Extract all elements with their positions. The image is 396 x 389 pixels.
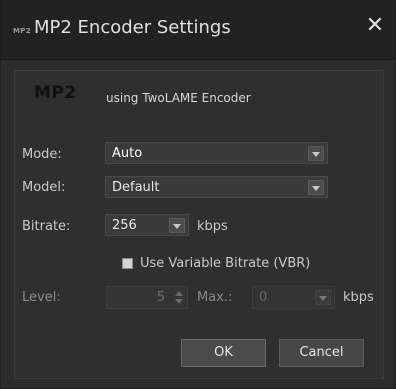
chevron-down-icon[interactable] bbox=[308, 180, 324, 195]
max-bitrate-select[interactable]: 0 bbox=[252, 286, 335, 309]
level-stepper[interactable]: 5 bbox=[106, 286, 188, 309]
bitrate-unit: kbps bbox=[197, 219, 228, 234]
model-label: Model: bbox=[22, 180, 66, 195]
ok-button[interactable]: OK bbox=[181, 339, 266, 367]
level-label: Level: bbox=[22, 290, 61, 305]
mp2-logo: MP2 bbox=[34, 83, 77, 103]
title-bar[interactable]: MP2 MP2 Encoder Settings ✕ bbox=[1, 1, 395, 60]
mode-select[interactable]: Auto bbox=[105, 142, 328, 164]
max-label: Max.: bbox=[197, 290, 233, 305]
mode-label: Mode: bbox=[22, 147, 62, 162]
bitrate-label: Bitrate: bbox=[22, 219, 71, 234]
mode-value: Auto bbox=[112, 146, 143, 161]
chevron-down-icon[interactable] bbox=[308, 146, 324, 161]
max-unit: kbps bbox=[343, 290, 374, 305]
vbr-label[interactable]: Use Variable Bitrate (VBR) bbox=[140, 256, 310, 271]
window-title: MP2 Encoder Settings bbox=[34, 17, 231, 38]
level-value: 5 bbox=[156, 290, 165, 305]
encoder-subtitle: using TwoLAME Encoder bbox=[106, 91, 251, 105]
bitrate-value: 256 bbox=[112, 218, 137, 233]
stepper-arrows-icon[interactable] bbox=[175, 290, 183, 305]
app-logo-icon: MP2 bbox=[13, 27, 31, 35]
bitrate-select[interactable]: 256 bbox=[105, 214, 189, 236]
mp2-encoder-settings-dialog: MP2 MP2 Encoder Settings ✕ MP2 using Two… bbox=[0, 0, 396, 389]
vbr-checkbox[interactable] bbox=[122, 258, 133, 269]
model-select[interactable]: Default bbox=[105, 176, 328, 198]
model-value: Default bbox=[112, 180, 160, 195]
cancel-button[interactable]: Cancel bbox=[279, 339, 364, 367]
close-icon[interactable]: ✕ bbox=[363, 14, 387, 38]
max-value: 0 bbox=[259, 290, 268, 305]
chevron-down-icon[interactable] bbox=[169, 218, 185, 233]
chevron-down-icon[interactable] bbox=[315, 290, 331, 305]
